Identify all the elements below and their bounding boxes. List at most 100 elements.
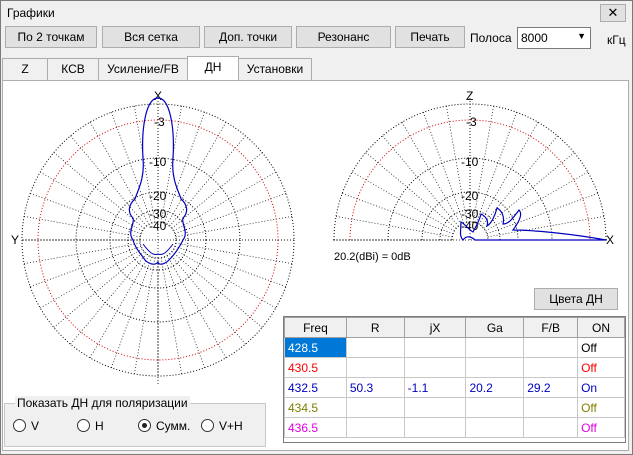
full-grid-button[interactable]: Вся сетка <box>102 26 200 48</box>
grid-spoke <box>160 257 182 374</box>
jx-cell[interactable] <box>403 417 467 438</box>
fb-cell[interactable] <box>523 417 579 438</box>
radio-sum[interactable]: Сумм. <box>138 419 190 433</box>
left-top-axis-label: X <box>154 89 162 103</box>
freq-cell[interactable]: 428.5 <box>284 337 347 358</box>
radio-h[interactable]: H <box>77 419 104 433</box>
jx-cell[interactable] <box>403 397 467 418</box>
fb-cell[interactable] <box>523 357 579 378</box>
grid-spoke <box>163 112 205 224</box>
col-ga[interactable]: Ga <box>465 317 525 338</box>
band-value: 8000 <box>521 31 548 45</box>
band-select[interactable]: 8000 ▼ <box>517 27 591 49</box>
r-cell[interactable] <box>345 357 405 378</box>
table-row[interactable]: 432.5 50.3 -1.1 20.2 29.2 On <box>284 377 625 398</box>
radio-circle-icon <box>77 419 90 432</box>
fb-cell[interactable] <box>523 337 579 358</box>
r-cell[interactable] <box>345 337 405 358</box>
fb-cell[interactable] <box>523 397 579 418</box>
grid-spoke <box>24 242 141 264</box>
band-label: Полоса <box>470 31 512 45</box>
grid-spoke <box>342 193 454 235</box>
table-row[interactable]: 428.5 Off <box>284 337 625 358</box>
radio-vh[interactable]: V+H <box>201 419 243 433</box>
freq-cell[interactable]: 434.5 <box>284 397 347 418</box>
col-freq[interactable]: Freq <box>284 317 347 338</box>
on-cell[interactable]: On <box>577 377 625 398</box>
grid-spoke <box>169 253 246 345</box>
grid-spoke <box>171 152 263 229</box>
radio-v[interactable]: V <box>13 419 39 433</box>
grid-spoke <box>24 216 141 238</box>
freq-cell[interactable]: 432.5 <box>284 377 347 398</box>
jx-cell[interactable] <box>403 357 467 378</box>
print-button[interactable]: Печать <box>395 26 465 48</box>
frequency-table: Freq R jX Ga F/B ON 428.5 Off 430.5 Off … <box>283 316 626 443</box>
grid-spoke <box>89 122 150 225</box>
jx-cell[interactable] <box>403 337 467 358</box>
ga-cell[interactable] <box>465 337 525 358</box>
title-bar: Графики ✕ <box>1 1 632 25</box>
grid-spoke <box>30 193 142 235</box>
radio-v-label: V <box>31 419 40 433</box>
table-row[interactable]: 436.5 Off <box>284 417 625 438</box>
grid-spoke <box>475 112 517 224</box>
col-r[interactable]: R <box>345 317 405 338</box>
close-icon: ✕ <box>607 5 619 20</box>
close-button[interactable]: ✕ <box>600 4 626 22</box>
chevron-down-icon: ▼ <box>577 31 586 41</box>
tab-z[interactable]: Z <box>2 58 48 80</box>
ga-cell[interactable] <box>465 397 525 418</box>
r-cell[interactable] <box>345 397 405 418</box>
grid-spoke <box>53 251 145 328</box>
grid-spoke <box>478 122 539 225</box>
table-row[interactable]: 434.5 Off <box>284 397 625 418</box>
tab-pattern[interactable]: ДН <box>187 56 239 81</box>
freq-cell[interactable]: 430.5 <box>284 357 347 378</box>
ga-cell[interactable] <box>465 357 525 378</box>
on-cell[interactable]: Off <box>577 397 625 418</box>
grid-spoke <box>173 171 276 232</box>
pattern-colors-button[interactable]: Цвета ДН <box>534 288 618 310</box>
left-ring-label-10: -10 <box>149 155 167 169</box>
grid-spoke <box>175 216 292 238</box>
extra-points-button[interactable]: Доп. точки <box>204 26 292 48</box>
two-points-button[interactable]: По 2 точкам <box>5 26 97 48</box>
fb-cell[interactable]: 29.2 <box>523 377 579 398</box>
right-side-axis-label: X <box>606 233 614 247</box>
col-fb[interactable]: F/B <box>523 317 579 338</box>
right-top-axis-label: Z <box>466 89 473 103</box>
on-cell[interactable]: Off <box>577 417 625 438</box>
tab-gain-fb[interactable]: Усиление/FB <box>98 58 188 80</box>
radio-circle-icon <box>201 419 214 432</box>
grid-spoke <box>486 193 598 235</box>
grid-spoke <box>401 122 462 225</box>
tab-swr[interactable]: КСВ <box>47 58 99 80</box>
r-cell[interactable]: 50.3 <box>345 377 405 398</box>
radio-circle-icon <box>13 419 26 432</box>
grid-spoke <box>175 242 292 264</box>
tab-settings[interactable]: Установки <box>238 58 312 80</box>
left-ring-label-3: -3 <box>154 115 165 129</box>
grid-spoke <box>336 216 453 238</box>
grid-spoke <box>174 193 286 235</box>
ga-cell[interactable]: 20.2 <box>465 377 525 398</box>
ga-cell[interactable] <box>465 417 525 438</box>
grid-spoke <box>169 135 246 227</box>
freq-cell[interactable]: 436.5 <box>284 417 347 438</box>
grid-spoke <box>382 135 459 227</box>
r-cell[interactable] <box>345 417 405 438</box>
radio-selected-icon <box>138 419 151 432</box>
jx-cell[interactable]: -1.1 <box>403 377 467 398</box>
radio-h-label: H <box>95 419 104 433</box>
col-on[interactable]: ON <box>577 317 625 338</box>
col-jx[interactable]: jX <box>403 317 467 338</box>
grid-spoke <box>111 112 153 224</box>
on-cell[interactable]: Off <box>577 337 625 358</box>
table-row[interactable]: 430.5 Off <box>284 357 625 378</box>
gain-reference-note: 20.2(dBi) = 0dB <box>334 251 411 263</box>
resonance-button[interactable]: Резонанс <box>296 26 391 48</box>
on-cell[interactable]: Off <box>577 357 625 378</box>
radio-sum-label: Сумм. <box>156 419 191 433</box>
right-ring-label-10: -10 <box>461 155 479 169</box>
